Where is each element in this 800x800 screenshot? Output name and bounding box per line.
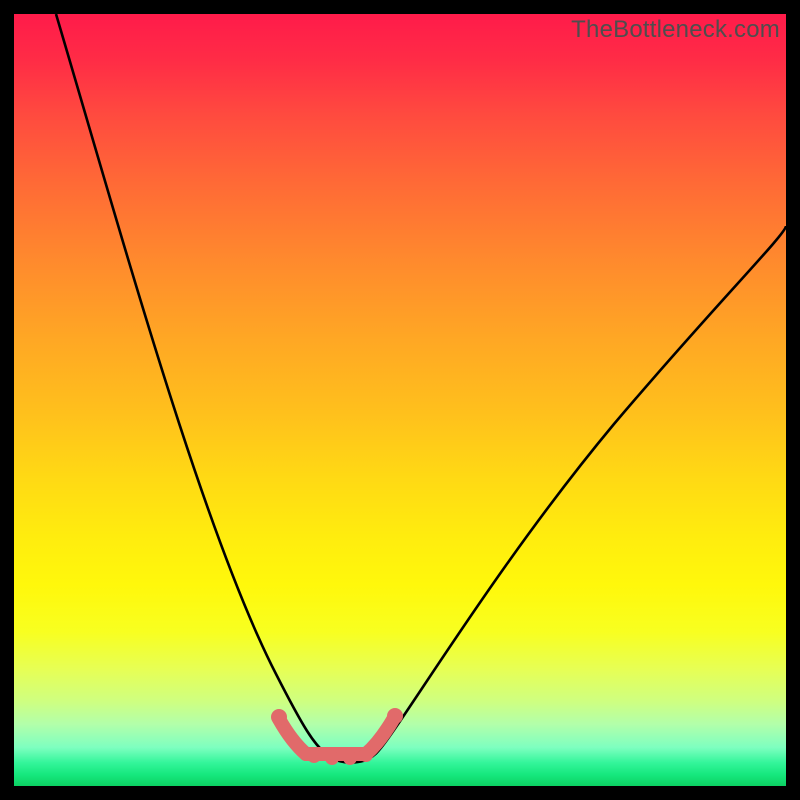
curve-path bbox=[56, 14, 786, 763]
plot-area: TheBottleneck.com bbox=[14, 14, 786, 786]
trough-bead-3 bbox=[343, 751, 357, 765]
trough-bead-4 bbox=[359, 748, 373, 762]
trough-bead-2 bbox=[325, 751, 339, 765]
bottleneck-curve bbox=[14, 14, 786, 786]
trough-dot-right bbox=[387, 708, 403, 724]
trough-bead-1 bbox=[307, 749, 321, 763]
chart-frame: TheBottleneck.com bbox=[0, 0, 800, 800]
trough-dot-left bbox=[271, 709, 287, 725]
trough-marker bbox=[279, 718, 394, 754]
